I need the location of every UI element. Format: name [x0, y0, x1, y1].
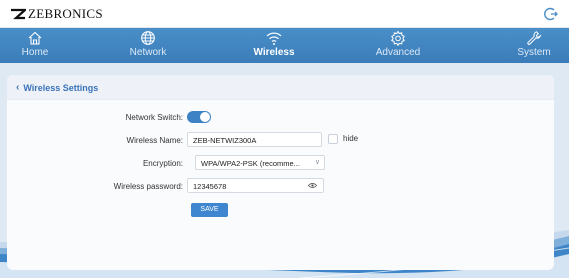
- nav-label-advanced: Advanced: [375, 47, 421, 58]
- panel-title: Wireless Settings: [23, 82, 99, 93]
- brand-name: ZEBRONICS: [28, 6, 103, 21]
- encryption-value: WPA/WPA2-PSK (recomme...: [201, 159, 300, 168]
- nav-item-home[interactable]: Home: [0, 28, 75, 63]
- home-icon: [28, 31, 42, 45]
- brand-logo: ZEBRONICS: [10, 6, 103, 22]
- logo-icon: [11, 8, 26, 20]
- nav-label-home: Home: [21, 47, 49, 58]
- nav-item-wireless[interactable]: Wireless: [234, 28, 314, 63]
- wireless-name-input[interactable]: ZEB-NETWIZ300A: [187, 132, 322, 147]
- wireless-password-label: Wireless password:: [113, 182, 183, 191]
- network-switch-toggle[interactable]: [187, 111, 211, 123]
- panel-header: ‹ Wireless Settings: [7, 75, 554, 100]
- toggle-knob: [200, 112, 210, 122]
- encryption-label: Encryption:: [142, 159, 183, 168]
- nav-label-system: System: [517, 47, 551, 58]
- nav-label-network: Network: [129, 47, 167, 58]
- wireless-name-label: Wireless Name:: [126, 136, 183, 145]
- nav-label-wireless: Wireless: [253, 47, 295, 58]
- hide-label: hide: [343, 134, 359, 143]
- wireless-password-input[interactable]: 12345678: [187, 178, 324, 193]
- gear-icon: [391, 30, 405, 46]
- wireless-password-value: 12345678: [193, 182, 227, 191]
- wifi-icon: [266, 32, 282, 45]
- eye-icon[interactable]: [308, 182, 317, 189]
- nav-item-network[interactable]: Network: [108, 28, 188, 63]
- back-button[interactable]: ‹ Wireless Settings: [16, 82, 98, 93]
- network-switch-label: Network Switch:: [125, 113, 183, 122]
- logout-icon[interactable]: [543, 6, 559, 22]
- encryption-select[interactable]: WPA/WPA2-PSK (recomme... ∨: [195, 155, 325, 170]
- main-nav: Home Network Wireless Advanced System: [0, 28, 569, 63]
- nav-item-system[interactable]: System: [494, 28, 569, 63]
- wrench-icon: [527, 31, 542, 45]
- wireless-settings-panel: ‹ Wireless Settings: [7, 75, 554, 270]
- chevron-down-icon: ∨: [314, 159, 320, 166]
- hide-checkbox[interactable]: [328, 134, 338, 144]
- top-bar: ZEBRONICS: [0, 0, 569, 28]
- chevron-left-icon: ‹: [16, 82, 20, 93]
- save-button[interactable]: SAVE: [191, 203, 228, 217]
- globe-icon: [141, 31, 155, 45]
- nav-item-advanced[interactable]: Advanced: [358, 28, 438, 63]
